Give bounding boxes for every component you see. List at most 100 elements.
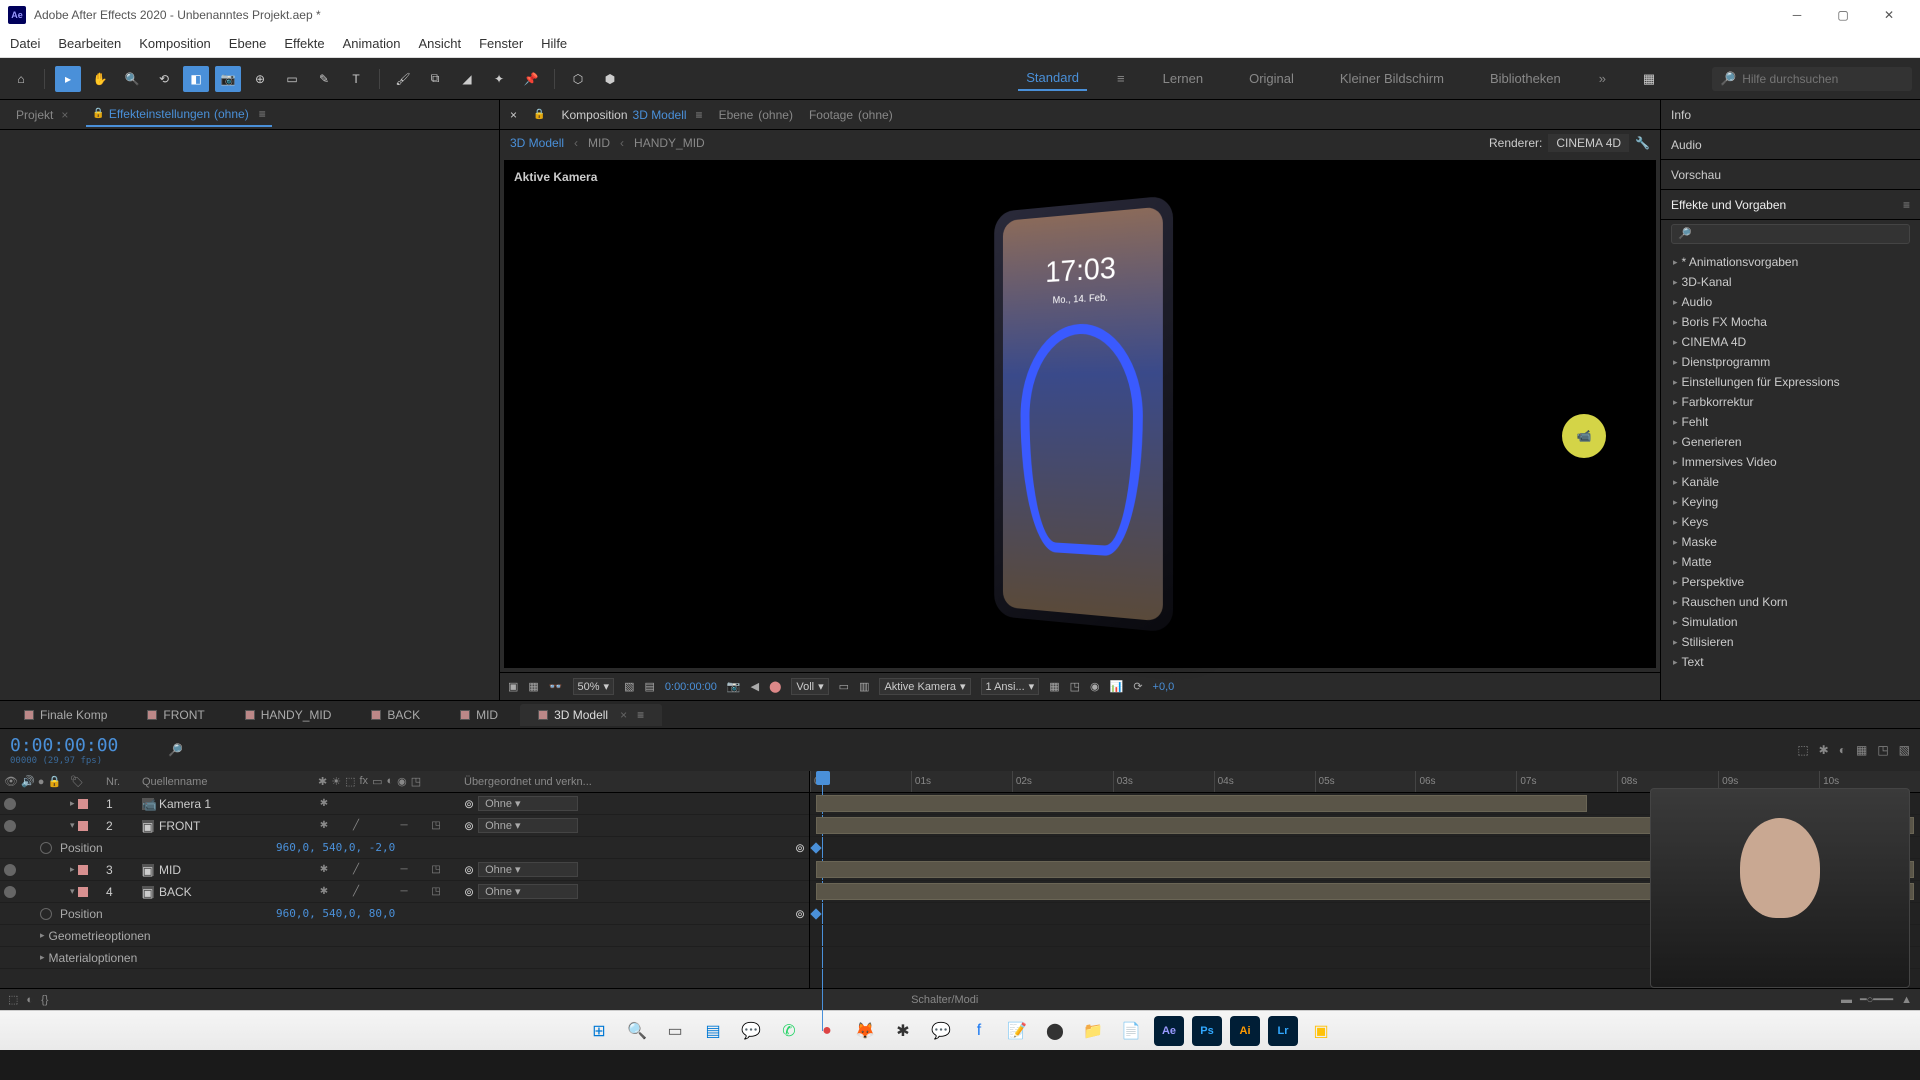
effect-category[interactable]: ▸ Kanäle — [1661, 472, 1920, 492]
effect-category[interactable]: ▸ Generieren — [1661, 432, 1920, 452]
effect-category[interactable]: ▸ Immersives Video — [1661, 452, 1920, 472]
taskbar-files[interactable]: 📁 — [1078, 1016, 1108, 1046]
shape-tool[interactable]: ▭ — [279, 66, 305, 92]
workspace-panel-icon[interactable]: ▦ — [1636, 66, 1662, 92]
eraser-tool[interactable]: ◢ — [454, 66, 480, 92]
comp-tab-komposition[interactable]: Komposition 3D Modell ≡ — [561, 108, 702, 122]
effect-category[interactable]: ▸ 3D-Kanal — [1661, 272, 1920, 292]
effect-category[interactable]: ▸ Boris FX Mocha — [1661, 312, 1920, 332]
timeline-timecode[interactable]: 0:00:00:00 — [10, 735, 118, 756]
minimize-button[interactable]: ─ — [1774, 0, 1820, 30]
resolution-dropdown[interactable]: Voll ▾ — [791, 678, 828, 695]
transparency-icon[interactable]: ▦ — [528, 680, 538, 693]
audio-panel-header[interactable]: Audio — [1661, 130, 1920, 160]
taskbar-teams[interactable]: 💬 — [736, 1016, 766, 1046]
workspace-lernen[interactable]: Lernen — [1155, 67, 1211, 90]
layer-row[interactable]: ▸1📹Kamera 1✱⊚Ohne ▾ — [0, 793, 809, 815]
motion-blur-icon[interactable]: ◐ — [1839, 743, 1846, 757]
color-icon[interactable]: ⬤ — [769, 680, 781, 693]
roto-tool[interactable]: ✦ — [486, 66, 512, 92]
effect-category[interactable]: ▸ Matte — [1661, 552, 1920, 572]
help-search[interactable]: 🔎 — [1712, 67, 1912, 91]
effect-category[interactable]: ▸ Audio — [1661, 292, 1920, 312]
snap-tool[interactable]: ⬡ — [565, 66, 591, 92]
zoom-dropdown[interactable]: 50% ▾ — [573, 678, 615, 695]
taskbar-search[interactable]: 🔍 — [622, 1016, 652, 1046]
preview-panel-header[interactable]: Vorschau — [1661, 160, 1920, 190]
menu-fenster[interactable]: Fenster — [479, 36, 523, 51]
glasses-icon[interactable]: 👓 — [549, 680, 563, 693]
comp-tab-footage[interactable]: Footage (ohne) — [809, 108, 893, 122]
taskbar-app3[interactable]: ▣ — [1306, 1016, 1336, 1046]
taskbar-app1[interactable]: ● — [812, 1016, 842, 1046]
snap2-tool[interactable]: ⬢ — [597, 66, 623, 92]
taskbar-messenger[interactable]: 💬 — [926, 1016, 956, 1046]
3d-icon[interactable]: ◳ — [1070, 680, 1080, 693]
pen-tool[interactable]: ✎ — [311, 66, 337, 92]
comp-tab-ebene[interactable]: Ebene (ohne) — [719, 108, 793, 122]
channel-icon[interactable]: ▤ — [644, 680, 654, 693]
workspace-bibliotheken[interactable]: Bibliotheken — [1482, 67, 1569, 90]
menu-animation[interactable]: Animation — [343, 36, 401, 51]
effect-category[interactable]: ▸ Fehlt — [1661, 412, 1920, 432]
switches-icon[interactable]: ▧ — [1899, 743, 1910, 757]
effect-category[interactable]: ▸ Keying — [1661, 492, 1920, 512]
views-dropdown[interactable]: 1 Ansi... ▾ — [981, 678, 1040, 695]
effect-category[interactable]: ▸ CINEMA 4D — [1661, 332, 1920, 352]
comp-tab-close[interactable]: × — [510, 108, 517, 122]
workspace-overflow-icon[interactable]: » — [1599, 71, 1606, 86]
taskbar-taskview[interactable]: ▭ — [660, 1016, 690, 1046]
puppet-tool[interactable]: 📌 — [518, 66, 544, 92]
effects-panel-header[interactable]: Effekte und Vorgaben ≡ — [1661, 190, 1920, 220]
taskbar-obs[interactable]: ⬤ — [1040, 1016, 1070, 1046]
effect-category[interactable]: ▸ * Animationsvorgaben — [1661, 252, 1920, 272]
camera-widget-icon[interactable]: 📹 — [1562, 414, 1606, 458]
effect-category[interactable]: ▸ Simulation — [1661, 612, 1920, 632]
effect-category[interactable]: ▸ Maske — [1661, 532, 1920, 552]
effects-search-input[interactable] — [1671, 224, 1910, 244]
effect-controls-tab[interactable]: 🔒 Effekteinstellungen (ohne) ≡ — [86, 103, 271, 127]
effect-category[interactable]: ▸ Rauschen und Korn — [1661, 592, 1920, 612]
maximize-button[interactable]: ▢ — [1820, 0, 1866, 30]
toggle-switches-icon[interactable]: ⬚ — [8, 993, 18, 1006]
taskbar-lr[interactable]: Lr — [1268, 1016, 1298, 1046]
graph-editor-icon[interactable]: ▦ — [1856, 743, 1867, 757]
zoom-in-icon[interactable]: ▲ — [1901, 994, 1912, 1006]
effect-category[interactable]: ▸ Text — [1661, 652, 1920, 672]
workspace-menu-icon[interactable]: ≡ — [1117, 71, 1125, 86]
effect-category[interactable]: ▸ Stilisieren — [1661, 632, 1920, 652]
panel-menu-icon[interactable]: ≡ — [1903, 198, 1910, 212]
layer-row[interactable]: ▾2▣FRONT✱╱─◳⊚Ohne ▾ — [0, 815, 809, 837]
camera-dropdown[interactable]: Aktive Kamera ▾ — [879, 678, 970, 695]
taskbar-explorer[interactable]: ▤ — [698, 1016, 728, 1046]
camera-tool[interactable]: 📷 — [215, 66, 241, 92]
fx-icon[interactable]: ✱ — [1819, 743, 1829, 757]
info-panel-header[interactable]: Info — [1661, 100, 1920, 130]
render-icon[interactable]: ◉ — [1090, 680, 1100, 693]
anchor-tool[interactable]: ⊕ — [247, 66, 273, 92]
breadcrumb-2[interactable]: HANDY_MID — [634, 136, 705, 150]
switches-modes-label[interactable]: Schalter/Modi — [911, 994, 978, 1006]
rotation-tool[interactable]: ◧ — [183, 66, 209, 92]
workspace-kleiner[interactable]: Kleiner Bildschirm — [1332, 67, 1452, 90]
snapshot-icon[interactable]: 📷 — [727, 680, 741, 693]
menu-komposition[interactable]: Komposition — [139, 36, 211, 51]
taskbar-whatsapp[interactable]: ✆ — [774, 1016, 804, 1046]
grid-icon[interactable]: ▧ — [624, 680, 634, 693]
text-tool[interactable]: T — [343, 66, 369, 92]
taskbar-notes[interactable]: 📝 — [1002, 1016, 1032, 1046]
taskbar-facebook[interactable]: f — [964, 1016, 994, 1046]
graph-icon[interactable]: 📊 — [1110, 680, 1124, 693]
project-tab[interactable]: Projekt× — [10, 104, 74, 126]
home-tool[interactable]: ⌂ — [8, 66, 34, 92]
composition-viewport[interactable]: Aktive Kamera 17:03 Mo., 14. Feb. 📹 — [504, 160, 1656, 668]
layer-row[interactable]: ▸3▣MID✱╱─◳⊚Ohne ▾ — [0, 859, 809, 881]
renderer-settings-icon[interactable]: 🔧 — [1635, 136, 1650, 150]
layer-property[interactable]: Position960,0, 540,0, 80,0⊚ — [0, 903, 809, 925]
taskbar-editor[interactable]: 📄 — [1116, 1016, 1146, 1046]
orbit-tool[interactable]: ⟲ — [151, 66, 177, 92]
draft-icon[interactable]: ◳ — [1877, 743, 1888, 757]
taskbar-ps[interactable]: Ps — [1192, 1016, 1222, 1046]
taskbar-windows[interactable]: ⊞ — [584, 1016, 614, 1046]
hand-tool[interactable]: ✋ — [87, 66, 113, 92]
